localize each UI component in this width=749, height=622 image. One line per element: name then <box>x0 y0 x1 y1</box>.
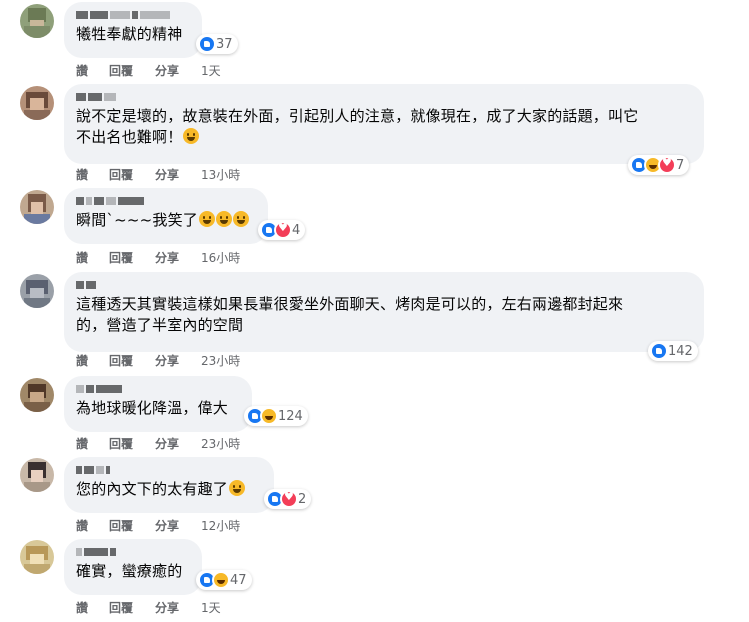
love-reaction-icon <box>280 490 298 508</box>
commenter-name[interactable] <box>76 384 240 393</box>
commenter-name[interactable] <box>76 10 190 19</box>
like-link[interactable]: 讚 <box>76 166 109 183</box>
comment-text: 您的內文下的太有趣了 <box>76 480 229 498</box>
reply-link[interactable]: 回覆 <box>109 249 155 266</box>
like-reaction-icon <box>650 342 668 360</box>
like-link[interactable]: 讚 <box>76 62 109 79</box>
reaction-count: 47 <box>230 572 247 588</box>
reply-link[interactable]: 回覆 <box>109 517 155 534</box>
reaction-summary[interactable]: 2 <box>264 489 312 509</box>
comment-bubble: 確實，蠻療癒的 <box>64 539 202 595</box>
like-link[interactable]: 讚 <box>76 517 109 534</box>
reaction-summary[interactable]: 4 <box>258 220 306 240</box>
reply-link[interactable]: 回覆 <box>109 599 155 616</box>
share-link[interactable]: 分享 <box>155 166 201 183</box>
comment-bubble: 犧牲奉獻的精神 <box>64 2 202 58</box>
share-link[interactable]: 分享 <box>155 62 201 79</box>
commenter-name[interactable] <box>76 92 692 101</box>
comment-actions: 讚 回覆 分享 1天 <box>76 62 221 79</box>
commenter-name[interactable] <box>76 547 190 556</box>
comment-actions: 讚 回覆 分享 12小時 <box>76 517 240 534</box>
avatar[interactable] <box>20 86 54 120</box>
timestamp[interactable]: 1天 <box>201 62 221 79</box>
avatar[interactable] <box>20 190 54 224</box>
grin-emoji-icon <box>183 128 200 144</box>
avatar[interactable] <box>20 274 54 308</box>
comment-text: 確實，蠻療癒的 <box>76 562 183 580</box>
reaction-summary[interactable]: 47 <box>196 570 252 590</box>
like-link[interactable]: 讚 <box>76 249 109 266</box>
reaction-count: 2 <box>298 491 307 507</box>
comment-text: 瞬間`~~~我笑了 <box>76 211 199 229</box>
comment-actions: 讚 回覆 分享 13小時 <box>76 166 240 183</box>
haha-reaction-icon <box>212 571 230 589</box>
reaction-count: 142 <box>668 343 693 359</box>
comment-text: 這種透天其實裝這樣如果長輩很愛坐外面聊天、烤肉是可以的，左右兩邊都封起來 <box>76 295 624 313</box>
reply-link[interactable]: 回覆 <box>109 352 155 369</box>
timestamp[interactable]: 23小時 <box>201 352 240 369</box>
haha-reaction-icon <box>260 407 278 425</box>
commenter-name[interactable] <box>76 465 262 474</box>
commenter-name[interactable] <box>76 196 256 205</box>
comment-bubble: 瞬間`~~~我笑了 <box>64 188 268 244</box>
reply-link[interactable]: 回覆 <box>109 62 155 79</box>
reaction-summary[interactable]: 37 <box>196 34 238 54</box>
comment-text: 為地球暖化降溫，偉大 <box>76 399 229 417</box>
comment-actions: 讚 回覆 分享 1天 <box>76 599 221 616</box>
timestamp[interactable]: 1天 <box>201 599 221 616</box>
timestamp[interactable]: 12小時 <box>201 517 240 534</box>
share-link[interactable]: 分享 <box>155 249 201 266</box>
reaction-count: 7 <box>676 157 685 173</box>
rofl-emoji-icon <box>199 211 216 227</box>
reaction-count: 4 <box>292 222 301 238</box>
comment-text: 說不定是壞的，故意裝在外面，引起別人的注意，就像現在，成了大家的話題，叫它 <box>76 107 639 125</box>
reaction-count: 37 <box>216 36 233 52</box>
like-link[interactable]: 讚 <box>76 435 109 452</box>
comment-bubble: 說不定是壞的，故意裝在外面，引起別人的注意，就像現在，成了大家的話題，叫它 不出… <box>64 84 704 164</box>
share-link[interactable]: 分享 <box>155 599 201 616</box>
comment-text: 犧牲奉獻的精神 <box>76 25 183 43</box>
avatar[interactable] <box>20 4 54 38</box>
avatar[interactable] <box>20 540 54 574</box>
comment-actions: 讚 回覆 分享 23小時 <box>76 435 240 452</box>
avatar[interactable] <box>20 378 54 412</box>
avatar[interactable] <box>20 458 54 492</box>
like-link[interactable]: 讚 <box>76 352 109 369</box>
love-reaction-icon <box>658 156 676 174</box>
comment-actions: 讚 回覆 分享 16小時 <box>76 249 240 266</box>
reaction-summary[interactable]: 142 <box>648 341 698 361</box>
timestamp[interactable]: 13小時 <box>201 166 240 183</box>
comment-bubble: 您的內文下的太有趣了 <box>64 457 274 513</box>
rofl-emoji-icon <box>216 211 233 227</box>
rofl-emoji-icon <box>233 211 250 227</box>
reaction-count: 124 <box>278 408 303 424</box>
share-link[interactable]: 分享 <box>155 517 201 534</box>
share-link[interactable]: 分享 <box>155 352 201 369</box>
like-link[interactable]: 讚 <box>76 599 109 616</box>
commenter-name[interactable] <box>76 280 692 289</box>
reaction-summary[interactable]: 124 <box>244 406 308 426</box>
reaction-summary[interactable]: 7 <box>628 155 690 175</box>
share-link[interactable]: 分享 <box>155 435 201 452</box>
like-reaction-icon <box>198 35 216 53</box>
comment-text-line2: 不出名也難啊！ <box>76 128 183 146</box>
comment-text-line2: 的，營造了半室內的空間 <box>76 316 244 334</box>
comment-bubble: 這種透天其實裝這樣如果長輩很愛坐外面聊天、烤肉是可以的，左右兩邊都封起來 的，營… <box>64 272 704 352</box>
comment-actions: 讚 回覆 分享 23小時 <box>76 352 240 369</box>
comment-bubble: 為地球暖化降溫，偉大 <box>64 376 252 432</box>
reply-link[interactable]: 回覆 <box>109 435 155 452</box>
love-reaction-icon <box>274 221 292 239</box>
timestamp[interactable]: 23小時 <box>201 435 240 452</box>
timestamp[interactable]: 16小時 <box>201 249 240 266</box>
grin-emoji-icon <box>229 480 246 496</box>
reply-link[interactable]: 回覆 <box>109 166 155 183</box>
